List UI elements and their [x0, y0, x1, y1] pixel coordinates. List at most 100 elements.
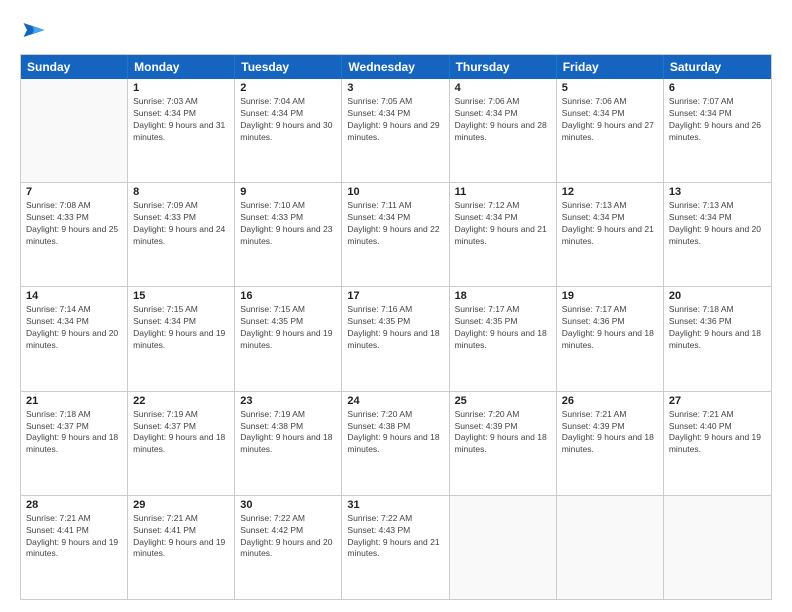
- cell-info: Sunrise: 7:04 AMSunset: 4:34 PMDaylight:…: [240, 96, 336, 144]
- cell-date: 23: [240, 395, 336, 407]
- cell-date: 21: [26, 395, 122, 407]
- cell-date: 13: [669, 186, 766, 198]
- header-day-wednesday: Wednesday: [342, 55, 449, 79]
- cell-date: 6: [669, 82, 766, 94]
- cell-info: Sunrise: 7:16 AMSunset: 4:35 PMDaylight:…: [347, 304, 443, 352]
- calendar-cell: 28 Sunrise: 7:21 AMSunset: 4:41 PMDayligh…: [21, 496, 128, 599]
- cell-date: 31: [347, 499, 443, 511]
- calendar-cell: 17 Sunrise: 7:16 AMSunset: 4:35 PMDayligh…: [342, 287, 449, 390]
- header-day-thursday: Thursday: [450, 55, 557, 79]
- calendar-cell: [557, 496, 664, 599]
- cell-date: 20: [669, 290, 766, 302]
- logo-icon: [20, 16, 48, 44]
- cell-info: Sunrise: 7:05 AMSunset: 4:34 PMDaylight:…: [347, 96, 443, 144]
- cell-info: Sunrise: 7:13 AMSunset: 4:34 PMDaylight:…: [562, 200, 658, 248]
- calendar-container: SundayMondayTuesdayWednesdayThursdayFrid…: [20, 54, 772, 600]
- calendar-cell: 18Sunrise: 7:17 AMSunset: 4:35 PMDayligh…: [450, 287, 557, 390]
- calendar-cell: 19Sunrise: 7:17 AMSunset: 4:36 PMDayligh…: [557, 287, 664, 390]
- cell-info: Sunrise: 7:21 AMSunset: 4:40 PMDaylight:…: [669, 409, 766, 457]
- calendar-cell: 26Sunrise: 7:21 AMSunset: 4:39 PMDayligh…: [557, 392, 664, 495]
- header-day-saturday: Saturday: [664, 55, 771, 79]
- cell-date: 5: [562, 82, 658, 94]
- cell-info: Sunrise: 7:19 AMSunset: 4:38 PMDaylight:…: [240, 409, 336, 457]
- cell-info: Sunrise: 7:20 AMSunset: 4:39 PMDaylight:…: [455, 409, 551, 457]
- cell-info: Sunrise: 7:20 AMSunset: 4:38 PMDaylight:…: [347, 409, 443, 457]
- calendar-cell: 29Sunrise: 7:21 AMSunset: 4:41 PMDayligh…: [128, 496, 235, 599]
- cell-info: Sunrise: 7:15 AMSunset: 4:34 PMDaylight:…: [133, 304, 229, 352]
- calendar-cell: 2 Sunrise: 7:04 AMSunset: 4:34 PMDaylight…: [235, 79, 342, 182]
- calendar: SundayMondayTuesdayWednesdayThursdayFrid…: [21, 55, 771, 599]
- cell-info: Sunrise: 7:07 AMSunset: 4:34 PMDaylight:…: [669, 96, 766, 144]
- calendar-cell: 22 Sunrise: 7:19 AMSunset: 4:37 PMDayligh…: [128, 392, 235, 495]
- cell-date: 17: [347, 290, 443, 302]
- calendar-body: 1Sunrise: 7:03 AMSunset: 4:34 PMDaylight…: [21, 79, 771, 599]
- calendar-cell: 24 Sunrise: 7:20 AMSunset: 4:38 PMDayligh…: [342, 392, 449, 495]
- cell-date: 15: [133, 290, 229, 302]
- cell-date: 30: [240, 499, 336, 511]
- calendar-week-1: 7 Sunrise: 7:08 AMSunset: 4:33 PMDaylight…: [21, 183, 771, 287]
- calendar-week-2: 14Sunrise: 7:14 AMSunset: 4:34 PMDayligh…: [21, 287, 771, 391]
- cell-date: 10: [347, 186, 443, 198]
- cell-info: Sunrise: 7:08 AMSunset: 4:33 PMDaylight:…: [26, 200, 122, 248]
- calendar-cell: 10 Sunrise: 7:11 AMSunset: 4:34 PMDayligh…: [342, 183, 449, 286]
- cell-info: Sunrise: 7:14 AMSunset: 4:34 PMDaylight:…: [26, 304, 122, 352]
- calendar-cell: 9Sunrise: 7:10 AMSunset: 4:33 PMDaylight…: [235, 183, 342, 286]
- cell-info: Sunrise: 7:13 AMSunset: 4:34 PMDaylight:…: [669, 200, 766, 248]
- calendar-cell: 15 Sunrise: 7:15 AMSunset: 4:34 PMDayligh…: [128, 287, 235, 390]
- cell-info: Sunrise: 7:03 AMSunset: 4:34 PMDaylight:…: [133, 96, 229, 144]
- calendar-cell: 20 Sunrise: 7:18 AMSunset: 4:36 PMDayligh…: [664, 287, 771, 390]
- cell-date: 9: [240, 186, 336, 198]
- calendar-cell: 7 Sunrise: 7:08 AMSunset: 4:33 PMDaylight…: [21, 183, 128, 286]
- cell-date: 2: [240, 82, 336, 94]
- calendar-cell: 27 Sunrise: 7:21 AMSunset: 4:40 PMDayligh…: [664, 392, 771, 495]
- calendar-week-3: 21 Sunrise: 7:18 AMSunset: 4:37 PMDayligh…: [21, 392, 771, 496]
- calendar-cell: [450, 496, 557, 599]
- cell-date: 8: [133, 186, 229, 198]
- cell-info: Sunrise: 7:12 AMSunset: 4:34 PMDaylight:…: [455, 200, 551, 248]
- cell-date: 24: [347, 395, 443, 407]
- calendar-cell: 1Sunrise: 7:03 AMSunset: 4:34 PMDaylight…: [128, 79, 235, 182]
- header-day-monday: Monday: [128, 55, 235, 79]
- calendar-cell: 6 Sunrise: 7:07 AMSunset: 4:34 PMDaylight…: [664, 79, 771, 182]
- calendar-header: SundayMondayTuesdayWednesdayThursdayFrid…: [21, 55, 771, 79]
- page: SundayMondayTuesdayWednesdayThursdayFrid…: [0, 0, 792, 612]
- cell-info: Sunrise: 7:19 AMSunset: 4:37 PMDaylight:…: [133, 409, 229, 457]
- cell-info: Sunrise: 7:11 AMSunset: 4:34 PMDaylight:…: [347, 200, 443, 248]
- cell-info: Sunrise: 7:18 AMSunset: 4:37 PMDaylight:…: [26, 409, 122, 457]
- cell-info: Sunrise: 7:22 AMSunset: 4:43 PMDaylight:…: [347, 513, 443, 561]
- cell-date: 28: [26, 499, 122, 511]
- calendar-cell: 21 Sunrise: 7:18 AMSunset: 4:37 PMDayligh…: [21, 392, 128, 495]
- calendar-cell: 12Sunrise: 7:13 AMSunset: 4:34 PMDayligh…: [557, 183, 664, 286]
- calendar-week-4: 28 Sunrise: 7:21 AMSunset: 4:41 PMDayligh…: [21, 496, 771, 599]
- cell-info: Sunrise: 7:15 AMSunset: 4:35 PMDaylight:…: [240, 304, 336, 352]
- cell-date: 22: [133, 395, 229, 407]
- cell-info: Sunrise: 7:21 AMSunset: 4:39 PMDaylight:…: [562, 409, 658, 457]
- header: [20, 16, 772, 44]
- cell-info: Sunrise: 7:09 AMSunset: 4:33 PMDaylight:…: [133, 200, 229, 248]
- cell-date: 16: [240, 290, 336, 302]
- calendar-cell: 4Sunrise: 7:06 AMSunset: 4:34 PMDaylight…: [450, 79, 557, 182]
- cell-info: Sunrise: 7:22 AMSunset: 4:42 PMDaylight:…: [240, 513, 336, 561]
- cell-date: 27: [669, 395, 766, 407]
- calendar-cell: [21, 79, 128, 182]
- cell-info: Sunrise: 7:21 AMSunset: 4:41 PMDaylight:…: [26, 513, 122, 561]
- cell-info: Sunrise: 7:17 AMSunset: 4:36 PMDaylight:…: [562, 304, 658, 352]
- calendar-cell: 31 Sunrise: 7:22 AMSunset: 4:43 PMDayligh…: [342, 496, 449, 599]
- calendar-cell: [664, 496, 771, 599]
- cell-date: 25: [455, 395, 551, 407]
- calendar-cell: 11Sunrise: 7:12 AMSunset: 4:34 PMDayligh…: [450, 183, 557, 286]
- calendar-cell: 30 Sunrise: 7:22 AMSunset: 4:42 PMDayligh…: [235, 496, 342, 599]
- cell-info: Sunrise: 7:21 AMSunset: 4:41 PMDaylight:…: [133, 513, 229, 561]
- calendar-cell: 25 Sunrise: 7:20 AMSunset: 4:39 PMDayligh…: [450, 392, 557, 495]
- calendar-cell: 5Sunrise: 7:06 AMSunset: 4:34 PMDaylight…: [557, 79, 664, 182]
- cell-date: 7: [26, 186, 122, 198]
- calendar-cell: 8 Sunrise: 7:09 AMSunset: 4:33 PMDaylight…: [128, 183, 235, 286]
- calendar-cell: 3Sunrise: 7:05 AMSunset: 4:34 PMDaylight…: [342, 79, 449, 182]
- calendar-cell: 23 Sunrise: 7:19 AMSunset: 4:38 PMDayligh…: [235, 392, 342, 495]
- header-day-friday: Friday: [557, 55, 664, 79]
- calendar-cell: 13 Sunrise: 7:13 AMSunset: 4:34 PMDayligh…: [664, 183, 771, 286]
- header-day-sunday: Sunday: [21, 55, 128, 79]
- header-day-tuesday: Tuesday: [235, 55, 342, 79]
- cell-info: Sunrise: 7:18 AMSunset: 4:36 PMDaylight:…: [669, 304, 766, 352]
- cell-date: 4: [455, 82, 551, 94]
